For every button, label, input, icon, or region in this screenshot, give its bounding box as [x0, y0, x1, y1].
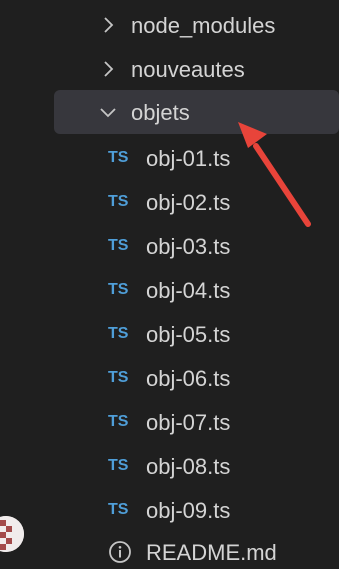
typescript-icon: TS — [108, 193, 129, 210]
chevron-down-icon — [98, 102, 118, 122]
typescript-icon: TS — [108, 501, 129, 518]
file-label: obj-02.ts — [146, 190, 231, 215]
tree-file-obj-05[interactable]: TS obj-05.ts — [0, 312, 339, 356]
tree-file-obj-01[interactable]: TS obj-01.ts — [0, 136, 339, 180]
tree-file-obj-08[interactable]: TS obj-08.ts — [0, 444, 339, 488]
typescript-icon: TS — [108, 325, 129, 342]
tree-file-obj-07[interactable]: TS obj-07.ts — [0, 400, 339, 444]
tree-file-obj-09[interactable]: TS obj-09.ts — [0, 488, 339, 532]
file-label: obj-01.ts — [146, 146, 231, 171]
file-label: obj-09.ts — [146, 498, 231, 523]
folder-label: node_modules — [131, 13, 276, 38]
typescript-icon: TS — [108, 281, 129, 298]
file-label: obj-03.ts — [146, 234, 231, 259]
typescript-icon: TS — [108, 457, 129, 474]
typescript-icon: TS — [108, 149, 129, 166]
file-label: obj-08.ts — [146, 454, 231, 479]
folder-label: nouveautes — [131, 57, 245, 82]
chevron-right-icon — [98, 59, 118, 79]
chevron-right-icon — [98, 15, 118, 35]
typescript-icon: TS — [108, 369, 129, 386]
info-icon — [108, 540, 132, 564]
folder-label: objets — [131, 100, 190, 125]
tree-folder-objets[interactable]: objets — [54, 90, 339, 134]
tree-file-obj-04[interactable]: TS obj-04.ts — [0, 268, 339, 312]
tree-file-obj-06[interactable]: TS obj-06.ts — [0, 356, 339, 400]
typescript-icon: TS — [108, 237, 129, 254]
tree-folder-node-modules[interactable]: node_modules — [0, 3, 339, 47]
file-label: obj-04.ts — [146, 278, 231, 303]
typescript-icon: TS — [108, 413, 129, 430]
tree-file-readme[interactable]: README.md — [0, 530, 339, 569]
tree-file-obj-03[interactable]: TS obj-03.ts — [0, 224, 339, 268]
file-label: obj-06.ts — [146, 366, 231, 391]
file-label: obj-07.ts — [146, 410, 231, 435]
file-explorer-tree: node_modules nouveautes objets TS obj-01… — [0, 0, 339, 569]
file-label: README.md — [146, 540, 277, 565]
file-label: obj-05.ts — [146, 322, 231, 347]
tree-folder-nouveautes[interactable]: nouveautes — [0, 47, 339, 91]
tree-file-obj-02[interactable]: TS obj-02.ts — [0, 180, 339, 224]
